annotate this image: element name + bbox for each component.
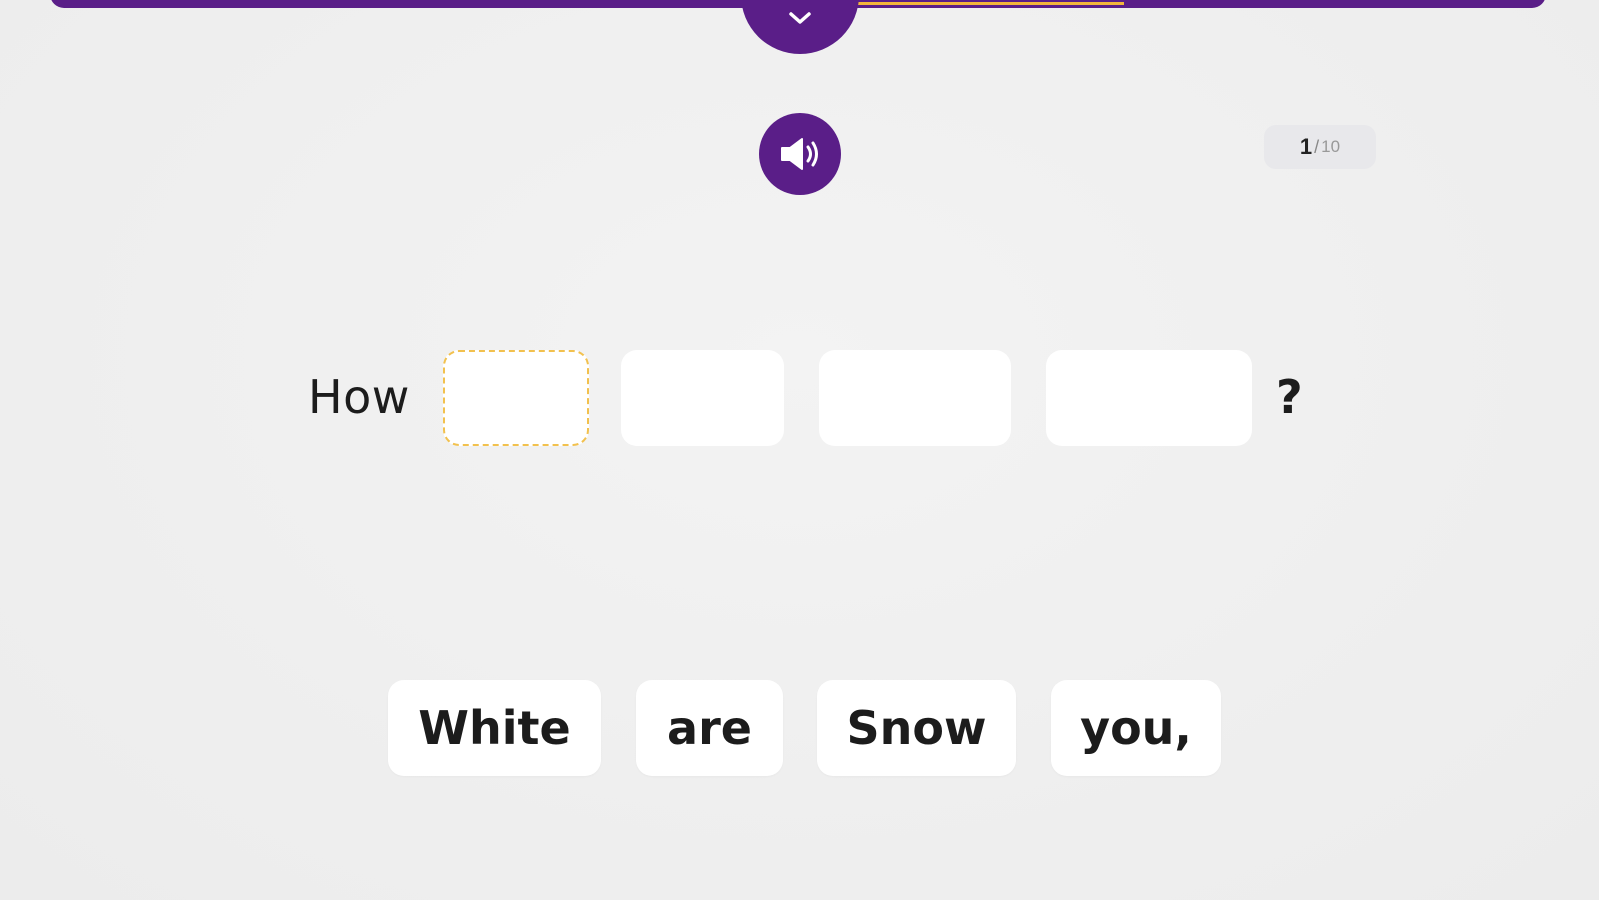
collapse-header-button[interactable] [741, 0, 859, 54]
word-chip[interactable]: Snow [817, 680, 1016, 776]
counter-current: 1 [1299, 134, 1313, 159]
word-chip[interactable]: you, [1051, 680, 1221, 776]
answer-slot[interactable] [443, 350, 589, 446]
progress-fill [855, 2, 1124, 5]
chevron-down-icon [789, 12, 811, 24]
answer-slot[interactable] [819, 350, 1011, 446]
sentence-row: How ? [0, 350, 1599, 450]
answer-slot[interactable] [1046, 350, 1252, 446]
counter-total: 10 [1321, 137, 1341, 156]
exercise-stage: 1 / 10 How ? White are Snow you, [0, 0, 1599, 900]
question-counter: 1 / 10 [1264, 125, 1376, 169]
sentence-prefix: How [308, 370, 410, 424]
word-chip[interactable]: are [636, 680, 783, 776]
speaker-icon [781, 138, 818, 170]
answer-slot[interactable] [621, 350, 784, 446]
counter-separator: / [1314, 136, 1320, 157]
sentence-suffix: ? [1276, 370, 1304, 424]
word-chip[interactable]: White [388, 680, 601, 776]
play-audio-button[interactable] [759, 113, 841, 195]
